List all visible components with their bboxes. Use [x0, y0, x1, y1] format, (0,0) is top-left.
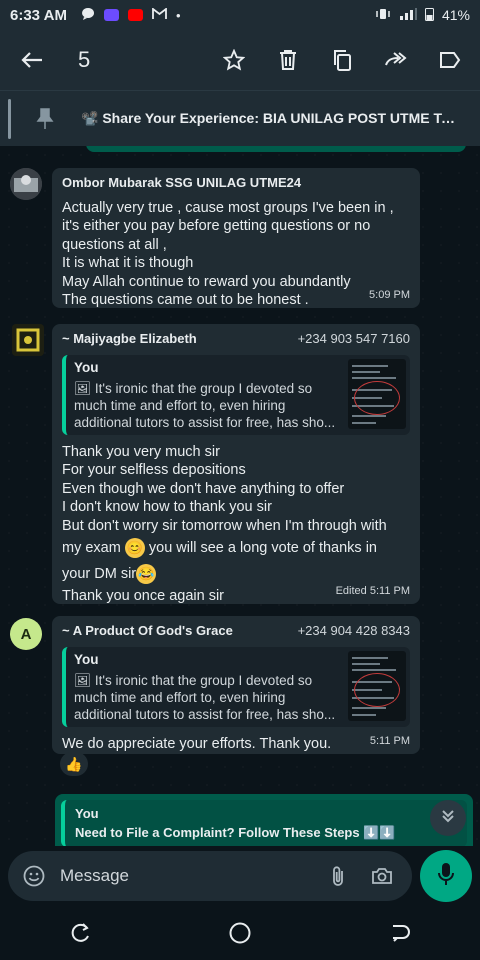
emoji-icon[interactable] — [20, 862, 48, 890]
camera-icon[interactable] — [364, 858, 400, 894]
message-line: it's either you pay before getting quest… — [62, 218, 371, 234]
dot-icon: • — [175, 7, 181, 23]
message-bubble[interactable]: ~ A Product Of God's Grace +234 904 428 … — [52, 616, 420, 754]
pin-indicator — [8, 98, 11, 139]
copy-icon[interactable] — [320, 38, 364, 82]
quote-line: additional tutors to assist for free, ha… — [74, 414, 336, 430]
composer: Message — [0, 846, 480, 906]
voice-message-button[interactable] — [420, 850, 472, 902]
vibrate-icon — [375, 7, 391, 23]
home-icon[interactable] — [215, 913, 265, 953]
message-time: 5:09 PM — [369, 288, 410, 301]
scroll-to-bottom-button[interactable] — [430, 800, 466, 836]
message-line: May Allah continue to reward you abundan… — [62, 273, 351, 290]
message-bubble[interactable]: ~ Majiyagbe Elizabeth +234 903 547 7160 … — [52, 324, 420, 604]
message-input[interactable]: Message — [60, 866, 312, 886]
message-line: We do appreciate your efforts. Thank you… — [62, 735, 332, 752]
sender-name[interactable]: ~ Majiyagbe Elizabeth — [62, 330, 197, 349]
status-time: 6:33 AM — [10, 6, 67, 24]
microphone-icon — [438, 862, 454, 891]
message-line: my exam 😊 you will see a long vote of th… — [62, 535, 410, 561]
forward-icon[interactable] — [374, 38, 418, 82]
sender-header: ~ A Product Of God's Grace +234 904 428 … — [62, 622, 410, 641]
message-bubble[interactable]: Ombor Mubarak SSG UNILAG UTME24 Actually… — [52, 168, 420, 308]
sender-phone[interactable]: +234 903 547 7160 — [298, 330, 410, 349]
avatar[interactable] — [10, 168, 42, 200]
status-bar: 6:33 AM • 41% — [0, 0, 480, 30]
message-time: 5:11 PM — [369, 734, 410, 747]
sender-phone[interactable]: +234 904 428 8343 — [298, 622, 410, 641]
battery-icon — [424, 7, 434, 24]
message-line: questions at all , — [62, 236, 167, 253]
message-line: Thank you very much sir — [62, 443, 220, 460]
message-time: Edited 5:11 PM — [335, 584, 410, 597]
sender-name[interactable]: ~ A Product Of God's Grace — [62, 622, 233, 641]
quote-author: You — [74, 651, 99, 667]
laughing-face-emoji: 😂 — [136, 564, 157, 585]
back-arrow-icon[interactable] — [10, 38, 54, 82]
sender-header: ~ Majiyagbe Elizabeth +234 903 547 7160 — [62, 330, 410, 349]
quote-thumbnail — [348, 358, 406, 429]
notification-icons: • — [81, 6, 181, 24]
back-nav-icon[interactable] — [375, 913, 425, 953]
quoted-message[interactable]: You Need to File a Complaint? Follow The… — [61, 800, 467, 846]
pin-icon — [25, 99, 65, 139]
reaction-badge[interactable]: 👍 — [60, 752, 88, 776]
attachment-icon[interactable] — [320, 858, 356, 894]
double-chevron-down-icon — [440, 808, 456, 828]
message-line: Even though we don't have anything to of… — [62, 480, 345, 497]
chat-area[interactable]: Ombor Mubarak SSG UNILAG UTME24 Actually… — [0, 146, 480, 846]
pinned-message-bar[interactable]: 📽️ Share Your Experience: BIA UNILAG POS… — [0, 90, 480, 146]
thumbs-up-icon: 👍 — [65, 755, 83, 772]
star-icon[interactable] — [212, 38, 256, 82]
selected-count: 5 — [78, 47, 91, 72]
signal-icon — [399, 7, 417, 23]
avatar-letter: A — [20, 625, 32, 643]
quote-line: much time and effort to, even hiring — [74, 689, 286, 705]
quote-line: 🖼 It's ironic that the group I devoted s… — [74, 380, 313, 396]
message-line: But don't worry sir tomorrow when I'm th… — [62, 517, 387, 534]
recents-icon[interactable] — [55, 913, 105, 953]
system-nav-bar — [0, 906, 480, 960]
label-icon[interactable] — [428, 38, 472, 82]
gmail-icon — [152, 6, 167, 23]
quote-author: You — [74, 359, 99, 375]
youtube-icon — [127, 9, 143, 21]
chat-bubble-icon — [81, 7, 95, 24]
message-line: Actually very true , cause most groups I… — [62, 199, 394, 216]
sender-name[interactable]: Ombor Mubarak SSG UNILAG UTME24 — [62, 174, 410, 193]
selection-toolbar: 5 — [0, 30, 480, 90]
message-line: I don't know how to thank you sir — [62, 499, 272, 515]
quote-line: much time and effort to, even hiring — [74, 397, 286, 413]
message-line: The questions came out to be honest . — [62, 292, 309, 308]
pinned-message-text: 📽️ Share Your Experience: BIA UNILAG POS… — [81, 110, 461, 126]
avatar[interactable]: A — [10, 618, 42, 650]
battery-percent: 41% — [441, 7, 470, 23]
quote-author: You — [75, 806, 99, 821]
quote-line: 🖼 It's ironic that the group I devoted s… — [74, 672, 313, 688]
quote-line: additional tutors to assist for free, ha… — [74, 706, 336, 722]
app-icon — [103, 9, 119, 21]
previous-message-edge — [86, 146, 466, 152]
quoted-message[interactable]: You 🖼 It's ironic that the group I devot… — [62, 646, 410, 727]
message-line: For your selfless depositions — [62, 462, 246, 478]
avatar[interactable] — [12, 324, 44, 356]
message-line: It is what it is though — [62, 255, 194, 271]
smiling-face-emoji: 😊 — [124, 538, 145, 559]
quoted-message[interactable]: You 🖼 It's ironic that the group I devot… — [62, 354, 410, 435]
quote-thumbnail — [348, 650, 406, 721]
outgoing-message-bubble[interactable]: You Need to File a Complaint? Follow The… — [55, 794, 473, 846]
message-input-bar[interactable]: Message — [8, 851, 412, 901]
delete-icon[interactable] — [266, 38, 310, 82]
quote-text: Need to File a Complaint? Follow These S… — [75, 825, 396, 840]
